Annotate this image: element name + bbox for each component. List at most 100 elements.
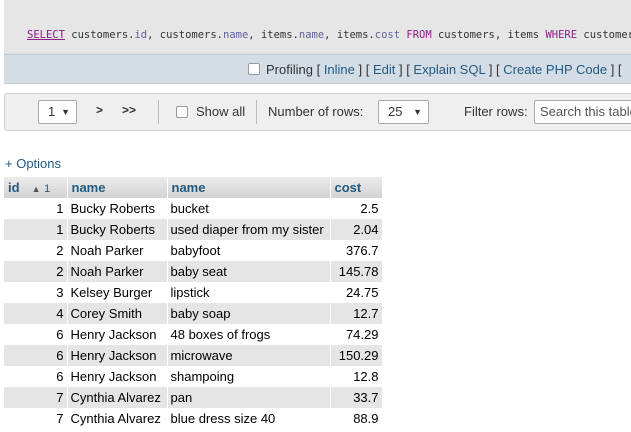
filter-rows-input[interactable]: Search this table bbox=[534, 100, 631, 124]
create-php-code-link[interactable]: Create PHP Code bbox=[503, 62, 607, 77]
explain-sql-link[interactable]: Explain SQL bbox=[413, 62, 485, 77]
sql-token: FROM bbox=[400, 29, 432, 41]
cell-cost[interactable]: 12.8 bbox=[330, 366, 383, 387]
cell-cost[interactable]: 12.7 bbox=[330, 303, 383, 324]
filter-rows-label: Filter rows: bbox=[464, 104, 528, 119]
cell-customer-name[interactable]: Cynthia Alvarez bbox=[67, 408, 168, 429]
cell-id[interactable]: 3 bbox=[4, 282, 68, 303]
column-header-customer-name[interactable]: name bbox=[67, 177, 168, 198]
sort-ascending-icon: ▲ bbox=[31, 184, 41, 194]
cell-cost[interactable]: 150.29 bbox=[330, 345, 383, 366]
table-row[interactable]: 2 Noah Parker baby seat 145.78 bbox=[4, 261, 383, 282]
cell-item-name[interactable]: 48 boxes of frogs bbox=[167, 324, 331, 345]
cell-item-name[interactable]: used diaper from my sister bbox=[167, 219, 331, 240]
table-row[interactable]: 2 Noah Parker babyfoot 376.7 bbox=[4, 240, 383, 261]
sql-token: SELECT bbox=[27, 29, 65, 41]
table-row[interactable]: 4 Corey Smith baby soap 12.7 bbox=[4, 303, 383, 324]
cell-item-name[interactable]: lipstick bbox=[167, 282, 331, 303]
table-row[interactable]: 1 Bucky Roberts used diaper from my sister… bbox=[4, 219, 383, 240]
sql-token: name bbox=[223, 29, 249, 41]
table-row[interactable]: 7 Cynthia Alvarez pan 33.7 bbox=[4, 387, 383, 408]
show-all-checkbox[interactable] bbox=[176, 106, 188, 118]
cell-item-name[interactable]: bucket bbox=[167, 198, 331, 219]
cell-id[interactable]: 2 bbox=[4, 261, 68, 282]
page-select-value: 1 bbox=[48, 104, 56, 119]
table-row[interactable]: 7 Cynthia Alvarez blue dress size 40 88.9 bbox=[4, 408, 383, 429]
sql-token: name bbox=[298, 29, 325, 41]
table-header-row: id ▲ 1 name name cost bbox=[4, 177, 383, 198]
cell-id[interactable]: 1 bbox=[4, 219, 68, 240]
cell-cost[interactable]: 2.04 bbox=[330, 219, 383, 240]
page-select[interactable]: 1 ▼ bbox=[38, 100, 77, 124]
sort-order-number: 1 bbox=[44, 183, 51, 195]
cell-id[interactable]: 7 bbox=[4, 387, 68, 408]
rows-select-value: 25 bbox=[388, 104, 403, 119]
rows-label: Number of rows: bbox=[268, 104, 364, 119]
sql-token: customers. bbox=[64, 29, 135, 41]
cell-item-name[interactable]: babyfoot bbox=[167, 240, 331, 261]
cell-item-name[interactable]: microwave bbox=[167, 345, 331, 366]
query-options-bar: Profiling [ Inline ] [ Edit ] [ Explain … bbox=[4, 54, 631, 84]
cell-customer-name[interactable]: Kelsey Burger bbox=[67, 282, 168, 303]
show-all-label: Show all bbox=[196, 104, 246, 119]
cell-customer-name[interactable]: Bucky Roberts bbox=[67, 198, 168, 219]
sql-token: id bbox=[134, 29, 148, 41]
cell-id[interactable]: 2 bbox=[4, 240, 68, 261]
table-row[interactable]: 6 Henry Jackson 48 boxes of frogs 74.29 bbox=[4, 324, 383, 345]
column-header-item-name[interactable]: name bbox=[167, 177, 331, 198]
profiling-label: Profiling bbox=[266, 62, 313, 77]
sql-token: , items. bbox=[248, 29, 299, 41]
cell-customer-name[interactable]: Henry Jackson bbox=[67, 366, 168, 387]
cell-cost[interactable]: 88.9 bbox=[330, 408, 383, 429]
sql-token: , items. bbox=[324, 29, 375, 41]
cell-id[interactable]: 6 bbox=[4, 324, 68, 345]
column-header-cost[interactable]: cost bbox=[330, 177, 383, 198]
cell-id[interactable]: 1 bbox=[4, 198, 68, 219]
last-page-button[interactable]: >> bbox=[122, 103, 136, 117]
sql-token: cost bbox=[374, 29, 401, 41]
sql-token: , customers. bbox=[147, 29, 223, 41]
cell-item-name[interactable]: pan bbox=[167, 387, 331, 408]
cell-customer-name[interactable]: Noah Parker bbox=[67, 261, 168, 282]
dropdown-arrow-icon: ▼ bbox=[61, 107, 70, 117]
table-row[interactable]: 3 Kelsey Burger lipstick 24.75 bbox=[4, 282, 383, 303]
nav-divider bbox=[256, 100, 257, 124]
cell-cost[interactable]: 376.7 bbox=[330, 240, 383, 261]
sql-token: customers. bbox=[583, 29, 631, 41]
table-row[interactable]: 6 Henry Jackson microwave 150.29 bbox=[4, 345, 383, 366]
cell-customer-name[interactable]: Cynthia Alvarez bbox=[67, 387, 168, 408]
inline-edit-link[interactable]: Inline bbox=[324, 62, 355, 77]
profiling-checkbox[interactable] bbox=[248, 63, 260, 75]
cell-customer-name[interactable]: Noah Parker bbox=[67, 240, 168, 261]
table-row[interactable]: 6 Henry Jackson shampoing 12.8 bbox=[4, 366, 383, 387]
cell-item-name[interactable]: blue dress size 40 bbox=[167, 408, 331, 429]
edit-link[interactable]: Edit bbox=[373, 62, 395, 77]
table-row[interactable]: 1 Bucky Roberts bucket 2.5 bbox=[4, 198, 383, 219]
column-header-id[interactable]: id ▲ 1 bbox=[4, 177, 68, 198]
cell-item-name[interactable]: baby soap bbox=[167, 303, 331, 324]
cell-cost[interactable]: 33.7 bbox=[330, 387, 383, 408]
cell-customer-name[interactable]: Corey Smith bbox=[67, 303, 168, 324]
cell-id[interactable]: 4 bbox=[4, 303, 68, 324]
cell-cost[interactable]: 74.29 bbox=[330, 324, 383, 345]
cell-cost[interactable]: 145.78 bbox=[330, 261, 383, 282]
sql-token: customers, items bbox=[431, 29, 546, 41]
cell-item-name[interactable]: shampoing bbox=[167, 366, 331, 387]
phpmyadmin-results-view: SELECT customers.id, customers.name, ite… bbox=[0, 0, 631, 432]
sql-query-display[interactable]: SELECT customers.id, customers.name, ite… bbox=[4, 0, 631, 80]
cell-cost[interactable]: 2.5 bbox=[330, 198, 383, 219]
cell-customer-name[interactable]: Henry Jackson bbox=[67, 324, 168, 345]
next-page-button[interactable]: > bbox=[96, 103, 103, 117]
cell-id[interactable]: 7 bbox=[4, 408, 68, 429]
nav-divider bbox=[158, 100, 159, 124]
options-toggle-link[interactable]: + Options bbox=[5, 156, 61, 171]
cell-id[interactable]: 6 bbox=[4, 366, 68, 387]
cell-cost[interactable]: 24.75 bbox=[330, 282, 383, 303]
cell-customer-name[interactable]: Henry Jackson bbox=[67, 345, 168, 366]
cell-id[interactable]: 6 bbox=[4, 345, 68, 366]
results-table: id ▲ 1 name name cost 1 Bucky Roberts bucke… bbox=[4, 177, 383, 429]
rows-per-page-select[interactable]: 25 ▼ bbox=[378, 100, 429, 124]
sql-line-1: SELECT customers.id, customers.name, ite… bbox=[27, 29, 631, 42]
cell-customer-name[interactable]: Bucky Roberts bbox=[67, 219, 168, 240]
cell-item-name[interactable]: baby seat bbox=[167, 261, 331, 282]
